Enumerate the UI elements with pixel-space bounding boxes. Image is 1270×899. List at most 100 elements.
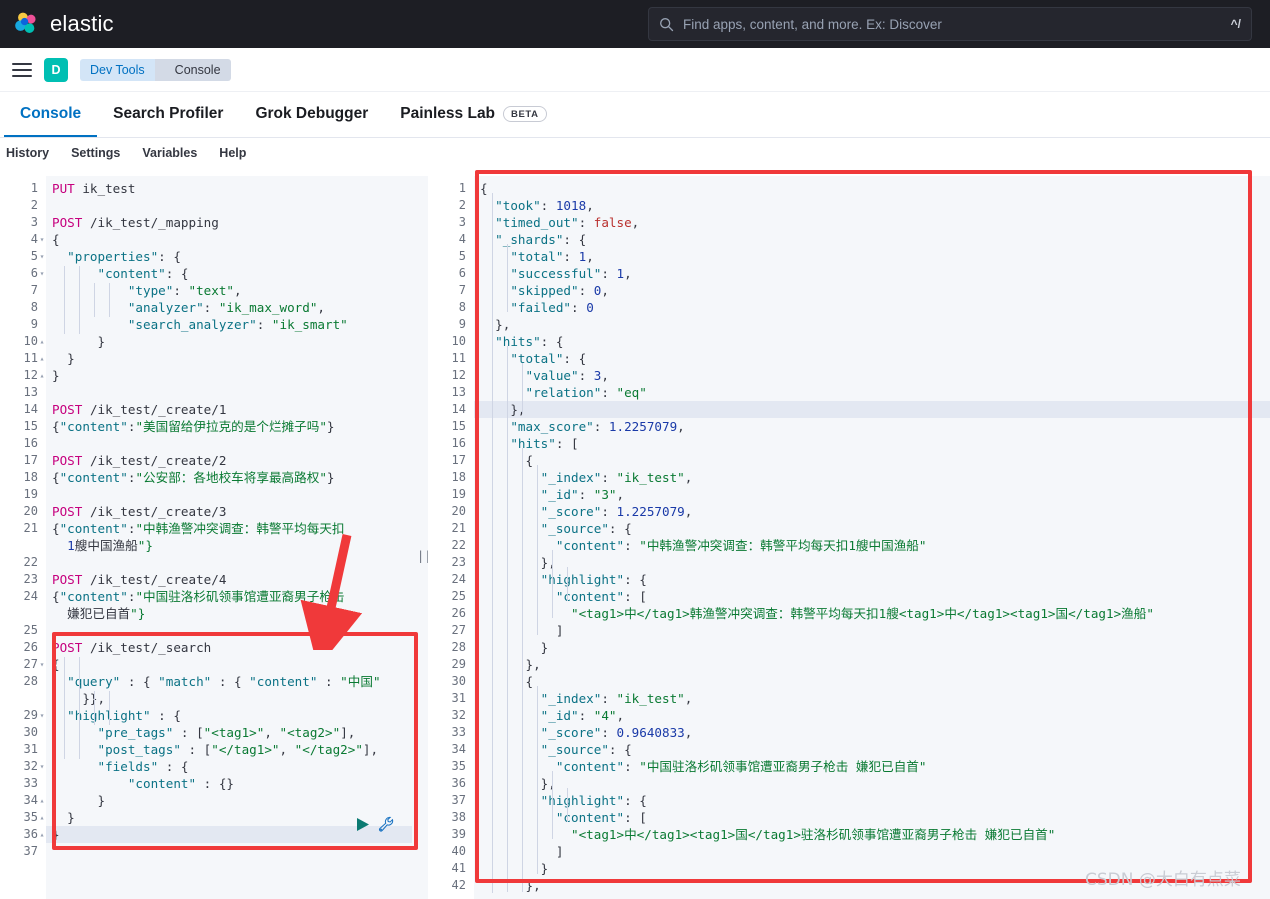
code-line[interactable]: POST /ik_test/_search [52,639,211,656]
code-line[interactable]: }, [480,316,510,333]
code-line[interactable]: "failed": 0 [480,299,594,316]
subnav-settings[interactable]: Settings [71,146,120,160]
code-line[interactable]: PUT ik_test [52,180,135,197]
code-line[interactable]: "total": { [480,350,586,367]
line-number: 15 [428,418,466,435]
wrench-icon[interactable] [378,816,395,833]
code-line[interactable]: "properties": { [52,248,181,265]
code-line[interactable]: } [52,367,60,384]
code-line[interactable]: }, [480,656,541,673]
tab-painless-lab[interactable]: Painless Lab BETA [384,93,562,137]
code-line[interactable]: {"content":"中国驻洛杉矶领事馆遭亚裔男子枪击 [52,588,345,605]
code-line[interactable]: } [480,860,548,877]
response-scrollbar[interactable] [1264,176,1270,899]
code-line[interactable]: "_id": "3", [480,486,624,503]
code-line[interactable]: "_index": "ik_test", [480,469,692,486]
code-line[interactable]: "max_score": 1.2257079, [480,418,685,435]
code-line[interactable]: "highlight": { [480,792,647,809]
code-line[interactable]: "highlight": { [480,571,647,588]
code-line[interactable]: POST /ik_test/_create/3 [52,503,226,520]
code-line[interactable]: } [480,639,548,656]
code-line[interactable]: "search_analyzer": "ik_smart" [52,316,348,333]
code-line[interactable]: "<tag1>中</tag1><tag1>国</tag1>驻洛杉矶领事馆遭亚裔男… [480,826,1055,843]
line-number: 31 [0,741,38,758]
code-line[interactable]: 1艘中国渔船"} [52,537,153,554]
line-number: 41 [428,860,466,877]
code-line[interactable]: "_shards": { [480,231,586,248]
indent-guide [492,193,493,893]
code-line[interactable]: "fields" : { [52,758,189,775]
code-line[interactable]: } [52,792,105,809]
code-line[interactable]: { [480,180,488,197]
code-line[interactable]: {"content":"中韩渔警冲突调查：韩警平均每天扣 [52,520,345,537]
code-line[interactable]: } [52,350,75,367]
subnav-help[interactable]: Help [219,146,246,160]
code-line[interactable]: } [52,826,60,843]
code-line[interactable]: "_source": { [480,741,632,758]
code-line[interactable]: POST /ik_test/_create/4 [52,571,226,588]
code-line[interactable]: "analyzer": "ik_max_word", [52,299,325,316]
subnav-history[interactable]: History [6,146,49,160]
code-line[interactable]: "content": "中国驻洛杉矶领事馆遭亚裔男子枪击 嫌犯已自首" [480,758,926,775]
line-number: 5▾ [0,248,38,265]
code-line[interactable]: POST /ik_test/_create/1 [52,401,226,418]
code-line[interactable]: "type": "text", [52,282,242,299]
code-line[interactable]: { [52,231,60,248]
code-line[interactable]: "hits": [ [480,435,579,452]
code-line[interactable]: { [52,656,60,673]
code-line[interactable]: 嫌犯已自首"} [52,605,145,622]
line-number: 14 [0,401,38,418]
line-number: 34▴ [0,792,38,809]
code-line[interactable]: }, [480,877,541,894]
response-code-area[interactable]: { "took": 1018, "timed_out": false, "_sh… [474,176,1270,899]
code-line[interactable]: {"content":"美国留给伊拉克的是个烂摊子吗"} [52,418,335,435]
tab-console[interactable]: Console [4,93,97,137]
indent-guide [64,266,65,334]
code-line[interactable]: "_score": 0.9640833, [480,724,692,741]
code-line[interactable]: "<tag1>中</tag1>韩渔警冲突调查：韩警平均每天扣1艘<tag1>中<… [480,605,1154,622]
line-number: 16 [0,435,38,452]
request-code-area[interactable]: PUT ik_testPOST /ik_test/_mapping{ "prop… [46,176,412,899]
play-icon[interactable] [356,817,370,832]
menu-icon[interactable] [12,63,32,77]
global-search-input[interactable]: Find apps, content, and more. Ex: Discov… [683,17,1222,32]
code-line[interactable]: "_score": 1.2257079, [480,503,692,520]
code-line[interactable]: } [52,333,105,350]
line-number: 24 [428,571,466,588]
console-request-editor[interactable]: 1234▾5▾6▾78910▴11▴12▴1314151617181920212… [0,176,412,899]
code-line[interactable]: "content": [ [480,588,647,605]
console-editors: 1234▾5▾6▾78910▴11▴12▴1314151617181920212… [0,176,1270,899]
code-line[interactable]: "skipped": 0, [480,282,609,299]
code-line[interactable]: "total": 1, [480,248,594,265]
code-line[interactable]: "content": [ [480,809,647,826]
code-line[interactable]: } [52,809,75,826]
code-line[interactable]: "content": "中韩渔警冲突调查：韩警平均每天扣1艘中国渔船" [480,537,926,554]
code-line[interactable]: "_index": "ik_test", [480,690,692,707]
breadcrumb-item-console[interactable]: Console [155,59,231,81]
code-line[interactable]: "query" : { "match" : { "content" : "中国" [52,673,381,690]
space-avatar[interactable]: D [44,58,68,82]
code-line[interactable]: "post_tags" : ["</tag1>", "</tag2>"], [52,741,378,758]
tab-search-profiler[interactable]: Search Profiler [97,93,239,137]
code-line[interactable]: }, [480,401,526,418]
code-line[interactable]: "successful": 1, [480,265,632,282]
code-line[interactable]: "highlight" : { [52,707,181,724]
code-line[interactable]: "content": { [52,265,189,282]
code-line[interactable]: POST /ik_test/_create/2 [52,452,226,469]
code-line[interactable]: "_source": { [480,520,632,537]
tab-grok-debugger[interactable]: Grok Debugger [239,93,384,137]
code-line[interactable]: POST /ik_test/_mapping [52,214,219,231]
console-response-editor[interactable]: 1234567891011121314151617181920212223242… [428,176,1270,899]
code-line[interactable]: "timed_out": false, [480,214,639,231]
breadcrumb-item-dev-tools[interactable]: Dev Tools [80,59,155,81]
global-search-bar[interactable]: Find apps, content, and more. Ex: Discov… [648,7,1252,41]
code-line[interactable]: {"content":"公安部：各地校车将享最高路权"} [52,469,335,486]
code-line[interactable]: "_id": "4", [480,707,624,724]
code-line[interactable]: "value": 3, [480,367,609,384]
code-line[interactable]: "relation": "eq" [480,384,647,401]
code-line[interactable]: "took": 1018, [480,197,594,214]
editor-splitter[interactable]: || [412,176,428,899]
code-line[interactable]: "content" : {} [52,775,234,792]
subnav-variables[interactable]: Variables [142,146,197,160]
code-line[interactable]: "pre_tags" : ["<tag1>", "<tag2>"], [52,724,355,741]
